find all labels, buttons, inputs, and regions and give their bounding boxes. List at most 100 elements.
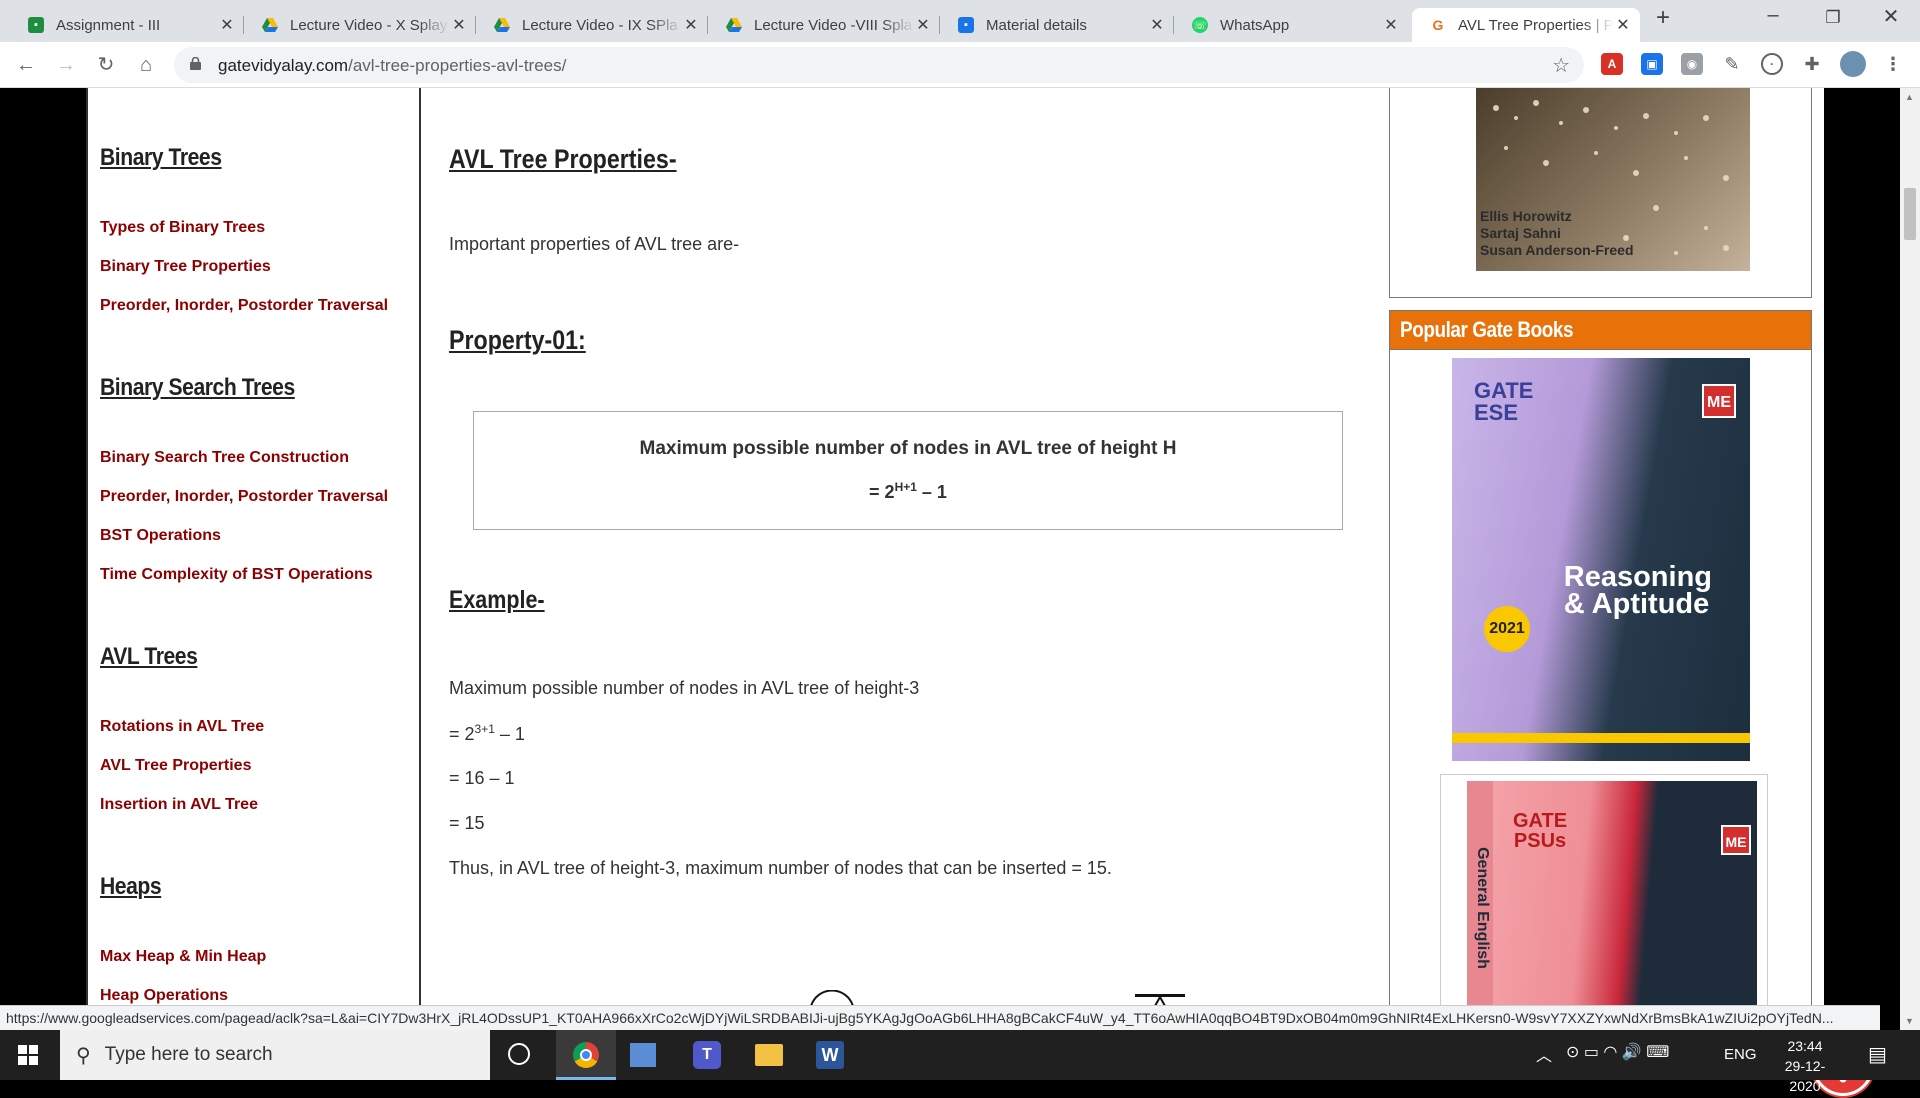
taskbar-app-icon[interactable] — [630, 1043, 656, 1067]
right-sidebar: Ellis Horowitz Sartaj Sahni Susan Anders… — [1376, 88, 1824, 1006]
intro-text: Important properties of AVL tree are- — [449, 234, 740, 254]
sidebar-link[interactable]: Time Complexity of BST Operations — [100, 566, 373, 584]
tab-whatsapp[interactable]: ☏ WhatsApp ✕ — [1174, 8, 1408, 42]
publisher-logo: ME — [1702, 384, 1736, 418]
sidebar-link[interactable]: Insertion in AVL Tree — [100, 796, 258, 814]
example-line: = 23+1 – 1 — [449, 722, 525, 744]
tab-avl-tree-properties[interactable]: G AVL Tree Properties | Pr ✕ — [1412, 8, 1640, 42]
puzzle-icon[interactable]: ✚ — [1801, 53, 1823, 75]
language-indicator[interactable]: ENG — [1724, 1046, 1757, 1063]
year-badge: 2021 — [1484, 606, 1530, 652]
page-viewport: Binary Trees Types of Binary Trees Binar… — [0, 88, 1920, 1096]
pdf-extension-icon[interactable]: A — [1601, 53, 1623, 75]
sidebar-heading-heaps[interactable]: Heaps — [100, 873, 162, 901]
extension-circle-icon[interactable]: · — [1761, 53, 1783, 75]
taskbar-search-box[interactable]: ⚲ Type here to search — [60, 1030, 490, 1080]
cortana-icon[interactable] — [508, 1043, 530, 1065]
file-explorer-icon[interactable] — [755, 1044, 783, 1066]
book-cover-data-structures[interactable]: Ellis Horowitz Sartaj Sahni Susan Anders… — [1476, 88, 1750, 271]
drive-icon — [262, 17, 278, 33]
page-title: AVL Tree Properties- — [449, 144, 677, 174]
example-line: = 16 – 1 — [449, 768, 515, 788]
screen-extension-icon[interactable]: ▣ — [1641, 53, 1663, 75]
close-icon[interactable]: ✕ — [682, 15, 700, 35]
chrome-icon — [573, 1042, 599, 1068]
sidebar-link[interactable]: Heap Operations — [100, 987, 228, 1005]
windows-start-icon[interactable] — [18, 1045, 38, 1065]
book-card[interactable]: General English GATE PSUs ME — [1440, 774, 1768, 1006]
word-icon[interactable]: W — [816, 1041, 844, 1069]
drive-icon — [494, 17, 510, 33]
tab-assignment[interactable]: ▪ Assignment - III ✕ — [10, 8, 244, 42]
popular-books-list: GATE ESE ME 2021 Reasoning & Aptitude Gene… — [1389, 350, 1812, 1006]
article: AVL Tree Properties- Important propertie… — [419, 88, 1378, 1006]
address-bar[interactable]: gatevidyalay.com/avl-tree-properties-avl… — [174, 47, 1584, 83]
sidebar-link[interactable]: Preorder, Inorder, Postorder Traversal — [100, 488, 388, 506]
scrollbar-thumb[interactable] — [1904, 188, 1916, 240]
menu-icon[interactable]: ⋮ — [1882, 53, 1904, 75]
restore-icon[interactable]: ❐ — [1810, 8, 1856, 28]
status-bar-url: https://www.googleadservices.com/pagead/… — [0, 1005, 1880, 1030]
book-title: Reasoning & Aptitude — [1563, 561, 1712, 620]
teams-icon[interactable]: T — [693, 1041, 721, 1069]
close-icon[interactable]: ✕ — [1614, 15, 1632, 35]
tab-material-details[interactable]: ▪ Material details ✕ — [940, 8, 1174, 42]
notification-center-icon[interactable]: ▤ — [1868, 1042, 1887, 1067]
minimize-icon[interactable]: – — [1750, 4, 1796, 27]
tab-lecture-x[interactable]: Lecture Video - X Splay ✕ — [244, 8, 476, 42]
taskbar-chrome[interactable] — [556, 1030, 616, 1080]
book-cover-reasoning-aptitude[interactable]: GATE ESE ME 2021 Reasoning & Aptitude — [1452, 358, 1750, 761]
window-close-icon[interactable]: ✕ — [1868, 4, 1914, 29]
close-icon[interactable]: ✕ — [450, 15, 468, 35]
sidebar-heading-bst[interactable]: Binary Search Trees — [100, 374, 295, 402]
close-icon[interactable]: ✕ — [218, 15, 236, 35]
bookmark-star-icon[interactable]: ☆ — [1552, 53, 1570, 78]
forward-icon[interactable]: → — [52, 51, 80, 79]
tray-app-icons[interactable]: ⊙ ▭ ◠ 🔊 ⌨ — [1566, 1042, 1669, 1062]
url-text: gatevidyalay.com/avl-tree-properties-avl… — [218, 56, 567, 75]
sidebar-link[interactable]: Preorder, Inorder, Postorder Traversal — [100, 297, 388, 315]
property-box: Maximum possible number of nodes in AVL … — [473, 411, 1343, 530]
book-tags: GATE PSUs — [1513, 810, 1568, 852]
tab-lecture-ix[interactable]: Lecture Video - IX SPla ✕ — [476, 8, 708, 42]
book-stripe — [1452, 733, 1750, 743]
sidebar-link[interactable]: Binary Search Tree Construction — [100, 449, 349, 467]
home-icon[interactable]: ⌂ — [132, 51, 160, 79]
close-icon[interactable]: ✕ — [1148, 15, 1166, 35]
example-heading: Example- — [449, 586, 545, 614]
new-tab-button[interactable]: + — [1640, 4, 1686, 32]
sidebar-heading-avl-trees[interactable]: AVL Trees — [100, 643, 198, 671]
tab-lecture-viii[interactable]: Lecture Video -VIII Spla ✕ — [708, 8, 940, 42]
sidebar-link[interactable]: Types of Binary Trees — [100, 219, 265, 237]
back-icon[interactable]: ← — [12, 51, 40, 79]
sidebar-link[interactable]: BST Operations — [100, 527, 221, 545]
scroll-up-icon[interactable]: ▲ — [1905, 92, 1914, 102]
classroom-icon: ▪ — [28, 17, 44, 33]
example-conclusion: Thus, in AVL tree of height-3, maximum n… — [449, 858, 1112, 878]
sidebar-link[interactable]: Rotations in AVL Tree — [100, 718, 264, 736]
reload-icon[interactable]: ↻ — [92, 51, 120, 79]
book-tags: GATE ESE — [1474, 378, 1534, 425]
tab-strip: ▪ Assignment - III ✕ Lecture Video - X S… — [0, 0, 1920, 42]
scroll-down-icon[interactable]: ▼ — [1905, 1016, 1914, 1026]
close-icon[interactable]: ✕ — [1382, 15, 1400, 35]
avatar[interactable] — [1840, 51, 1866, 77]
camera-extension-icon[interactable]: ◉ — [1681, 53, 1703, 75]
gate-icon: G — [1432, 17, 1444, 33]
sidebar-link[interactable]: Binary Tree Properties — [100, 258, 271, 276]
example-line: = 15 — [449, 813, 485, 833]
sidebar-link[interactable]: AVL Tree Properties — [100, 757, 251, 775]
left-sidebar: Binary Trees Types of Binary Trees Binar… — [86, 88, 421, 1006]
tray-chevron-icon[interactable]: ︿ — [1536, 1042, 1552, 1066]
sidebar-link[interactable]: Max Heap & Min Heap — [100, 948, 266, 966]
close-icon[interactable]: ✕ — [914, 15, 932, 35]
classroom-icon: ▪ — [958, 17, 974, 33]
sidebar-heading-binary-trees[interactable]: Binary Trees — [100, 144, 222, 172]
book-widget: Ellis Horowitz Sartaj Sahni Susan Anders… — [1389, 88, 1812, 298]
property-statement: Maximum possible number of nodes in AVL … — [639, 438, 1177, 459]
clock[interactable]: 23:44 29-12-2020 — [1770, 1036, 1840, 1096]
windows-taskbar: ⚲ Type here to search T W ︿ ⊙ ▭ ◠ 🔊 ⌨ EN… — [0, 1030, 1920, 1094]
vertical-scrollbar[interactable]: ▲ ▼ — [1900, 88, 1920, 1030]
eyedropper-icon[interactable]: ✎ — [1721, 53, 1743, 75]
popular-books-heading: Popular Gate Books — [1389, 310, 1812, 350]
